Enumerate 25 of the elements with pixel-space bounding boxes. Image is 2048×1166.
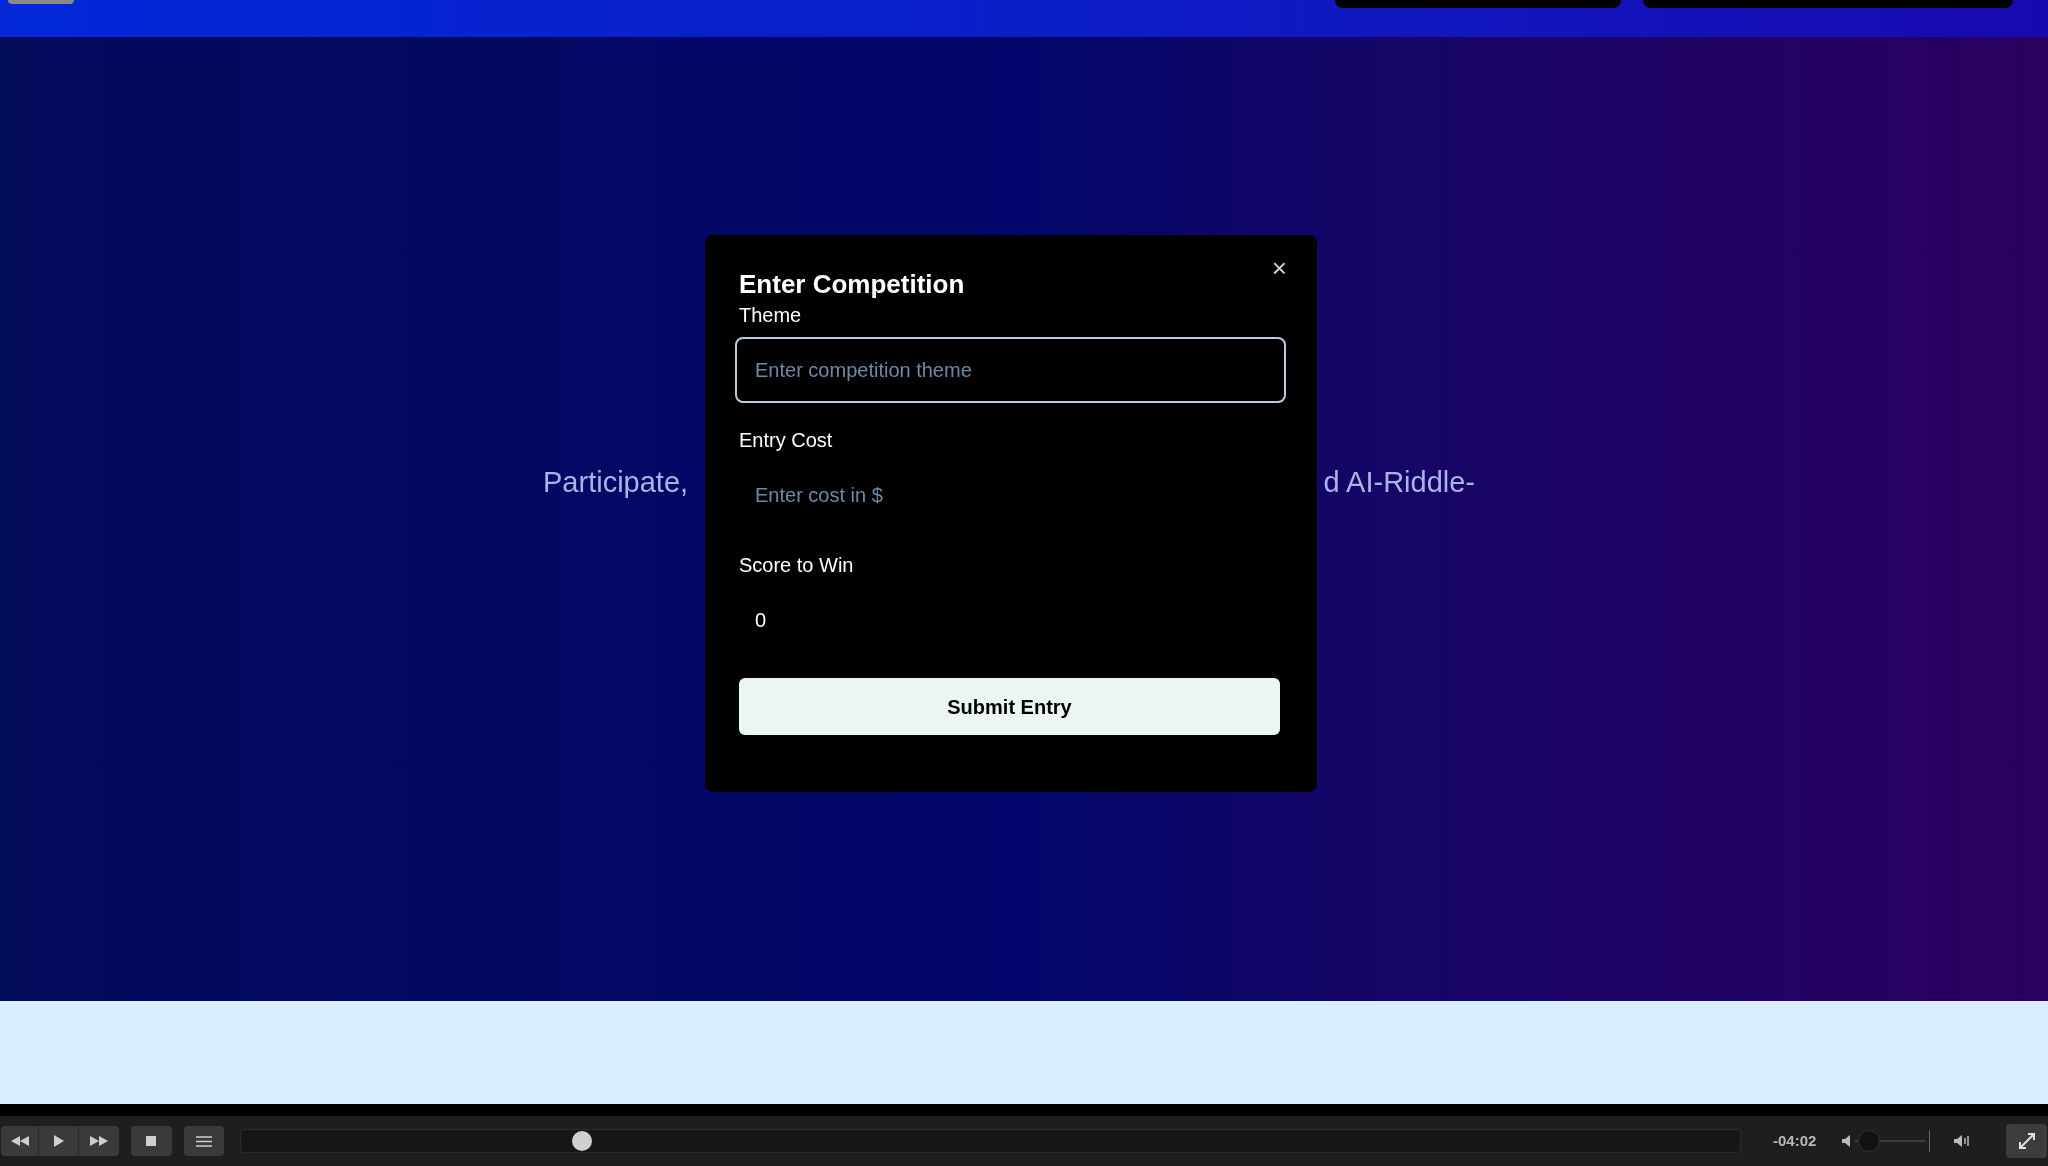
menu-icon bbox=[196, 1135, 212, 1147]
volume-thumb[interactable] bbox=[1858, 1130, 1881, 1152]
close-button[interactable]: × bbox=[1271, 255, 1287, 281]
fast-forward-icon bbox=[90, 1136, 108, 1146]
stop-icon bbox=[146, 1136, 157, 1146]
field-label: Entry Cost bbox=[739, 428, 834, 452]
progress-track[interactable] bbox=[240, 1129, 1741, 1153]
rewind-icon bbox=[10, 1136, 29, 1146]
submit-button[interactable]: Submit Entry bbox=[739, 678, 1280, 735]
volume-track[interactable] bbox=[1855, 1130, 1926, 1152]
time-remaining: -04:02 bbox=[1772, 1130, 1817, 1151]
volume-high-icon bbox=[1954, 1135, 1971, 1147]
progress-thumb[interactable] bbox=[571, 1131, 592, 1151]
fullscreen-button[interactable] bbox=[2006, 1124, 2047, 1158]
dialog-title: Enter Competition bbox=[739, 268, 965, 301]
hero-subtitle: d AI-Riddle- bbox=[1323, 465, 1475, 500]
playlist-button[interactable] bbox=[183, 1126, 225, 1156]
input-field[interactable]: Enter competition theme bbox=[735, 337, 1286, 403]
volume-low-icon bbox=[1842, 1135, 1852, 1147]
field-label: Score to Win bbox=[739, 553, 855, 577]
hero-subtitle: Participate, bbox=[543, 465, 689, 500]
stop-button[interactable] bbox=[131, 1126, 172, 1156]
expand-icon bbox=[2017, 1132, 2036, 1150]
play-icon bbox=[53, 1135, 64, 1147]
field-label: Theme bbox=[739, 303, 803, 327]
